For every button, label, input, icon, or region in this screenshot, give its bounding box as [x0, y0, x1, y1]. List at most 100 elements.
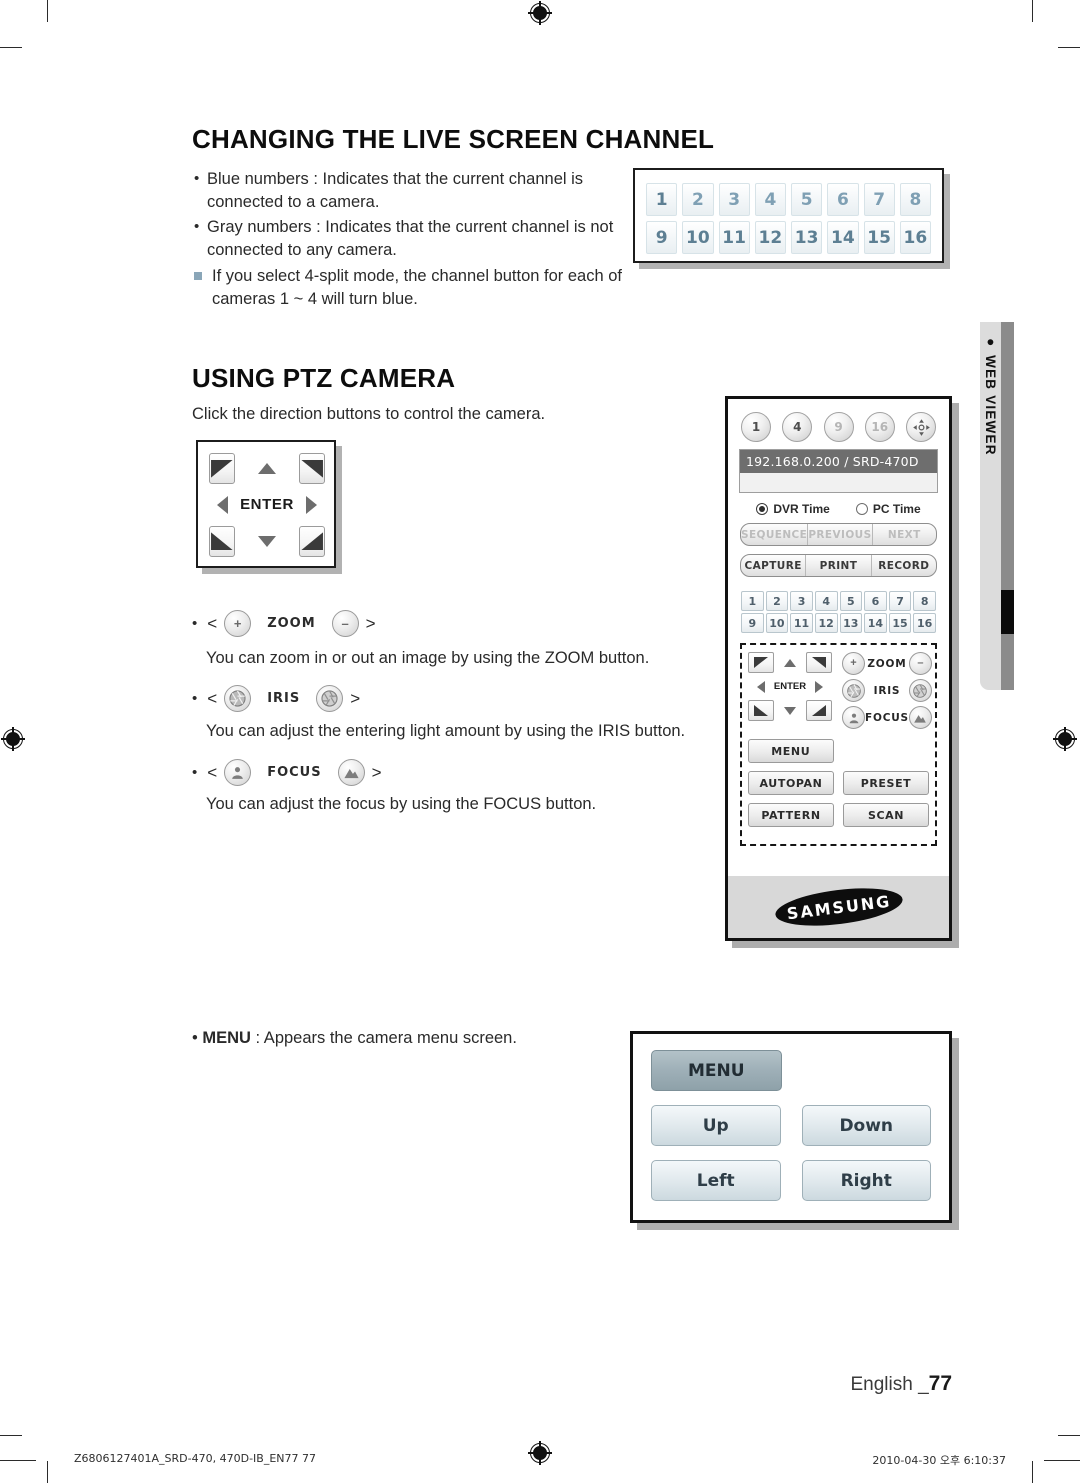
remote-focus-far-icon[interactable] — [908, 706, 932, 729]
direction-button-left[interactable] — [209, 489, 235, 520]
dialog-left-button[interactable]: Left — [651, 1160, 781, 1201]
split-mode-9-button[interactable]: 9 — [823, 412, 854, 442]
channel-grid-screenshot: 1 2 3 4 5 6 7 8 9 10 11 12 13 14 15 16 — [633, 168, 944, 263]
crop-mark-bottom-left-v — [47, 1461, 49, 1483]
channel-button[interactable]: 1 — [646, 183, 678, 216]
pc-time-radio[interactable]: PC Time — [855, 502, 921, 516]
remote-channel-button[interactable]: 10 — [765, 613, 789, 633]
channel-button[interactable]: 6 — [827, 183, 859, 216]
ptz-scan-button[interactable]: SCAN — [843, 803, 929, 827]
enter-button[interactable]: ENTER — [240, 489, 294, 520]
remote-direction-up-right[interactable] — [806, 652, 832, 673]
direction-button-right[interactable] — [299, 489, 325, 520]
capture-button[interactable]: CAPTURE — [741, 555, 807, 576]
iris-open-icon[interactable] — [224, 685, 252, 712]
dialog-right-button[interactable]: Right — [801, 1160, 931, 1201]
channel-button[interactable]: 7 — [863, 183, 895, 216]
iris-close-icon[interactable] — [316, 685, 344, 712]
channel-button[interactable]: 5 — [791, 183, 823, 216]
remote-focus-near-icon[interactable] — [842, 706, 865, 729]
ptz-command-buttons: MENU AUTOPAN PRESET PATTERN SCAN — [748, 739, 929, 827]
section-title-changing-channel: CHANGING THE LIVE SCREEN CHANNEL — [192, 124, 715, 154]
bullet-gray-numbers: Gray numbers : Indicates that the curren… — [192, 215, 624, 262]
channel-button[interactable]: 14 — [827, 221, 859, 254]
remote-direction-down[interactable] — [777, 700, 803, 721]
dialog-menu-button[interactable]: MENU — [651, 1050, 782, 1091]
sequence-button[interactable]: SEQUENCE — [741, 524, 809, 545]
remote-channel-button[interactable]: 2 — [765, 591, 789, 611]
zoom-in-icon[interactable]: + — [224, 610, 252, 637]
remote-direction-up-left[interactable] — [748, 652, 774, 673]
remote-channel-button[interactable]: 11 — [790, 613, 813, 633]
focus-far-icon[interactable] — [337, 759, 365, 786]
next-button[interactable]: NEXT — [873, 524, 936, 545]
channel-button[interactable]: 12 — [754, 221, 786, 254]
remote-channel-button[interactable]: 16 — [913, 613, 936, 633]
iris-label: IRIS — [267, 691, 301, 706]
direction-button-up-left[interactable] — [209, 453, 236, 485]
direction-button-up-right[interactable] — [298, 453, 325, 485]
split-mode-1-button[interactable]: 1 — [741, 412, 771, 442]
remote-channel-button[interactable]: 1 — [741, 591, 764, 611]
focus-near-icon[interactable] — [224, 759, 252, 786]
remote-channel-button[interactable]: 6 — [864, 591, 887, 611]
remote-channel-button[interactable]: 3 — [790, 591, 813, 611]
split-mode-row: 1 4 9 16 — [737, 408, 940, 449]
channel-button[interactable]: 2 — [682, 183, 714, 216]
remote-zoom-in-icon[interactable]: + — [842, 652, 865, 675]
remote-channel-button[interactable]: 13 — [839, 613, 863, 633]
remote-channel-button[interactable]: 14 — [864, 613, 887, 633]
remote-direction-right[interactable] — [806, 676, 832, 697]
remote-iris-open-icon[interactable] — [842, 679, 865, 702]
remote-channel-button[interactable]: 8 — [913, 591, 936, 611]
expand-arrows-icon[interactable] — [906, 412, 936, 442]
remote-channel-row-1: 1 2 3 4 5 6 7 8 — [741, 591, 936, 611]
print-button[interactable]: PRINT — [806, 555, 872, 576]
remote-zoom-out-icon[interactable]: – — [908, 652, 932, 675]
remote-channel-button[interactable]: 15 — [888, 613, 912, 633]
channel-button[interactable]: 10 — [682, 221, 714, 254]
remote-channel-button[interactable]: 12 — [814, 613, 838, 633]
remote-iris-close-icon[interactable] — [908, 679, 932, 702]
zoom-out-icon[interactable]: – — [331, 610, 359, 637]
remote-direction-down-right[interactable] — [806, 700, 832, 721]
record-button[interactable]: RECORD — [872, 555, 936, 576]
channel-button[interactable]: 15 — [863, 221, 895, 254]
remote-channel-button[interactable]: 4 — [814, 591, 838, 611]
channel-button[interactable]: 16 — [899, 221, 931, 254]
device-list[interactable]: 192.168.0.200 / SRD-470D — [739, 449, 938, 493]
side-tab-label-text: WEB VIEWER — [983, 355, 998, 456]
channel-button[interactable]: 9 — [646, 221, 678, 254]
ptz-menu-button[interactable]: MENU — [748, 739, 834, 763]
footer-rule-left — [0, 1460, 36, 1461]
dialog-up-button[interactable]: Up — [651, 1105, 781, 1146]
remote-direction-up[interactable] — [777, 652, 803, 673]
remote-direction-down-left[interactable] — [748, 700, 774, 721]
remote-channel-button[interactable]: 5 — [839, 591, 863, 611]
split-mode-16-button[interactable]: 16 — [864, 412, 895, 442]
remote-channel-button[interactable]: 7 — [888, 591, 912, 611]
channel-button[interactable]: 11 — [718, 221, 750, 254]
angle-open: < — [207, 762, 218, 782]
remote-channel-grid: 1 2 3 4 5 6 7 8 9 10 11 12 13 14 15 16 — [737, 585, 940, 643]
channel-button[interactable]: 13 — [791, 221, 823, 254]
channel-button[interactable]: 3 — [718, 183, 750, 216]
crop-mark-top-right-h — [1058, 47, 1080, 49]
previous-button[interactable]: PREVIOUS — [808, 524, 873, 545]
device-list-selected-item[interactable]: 192.168.0.200 / SRD-470D — [740, 450, 937, 473]
remote-enter-button[interactable]: ENTER — [774, 676, 806, 697]
direction-button-down-right[interactable] — [298, 525, 325, 557]
dialog-down-button[interactable]: Down — [801, 1105, 931, 1146]
ptz-preset-button[interactable]: PRESET — [843, 771, 929, 795]
direction-button-up[interactable] — [240, 453, 294, 484]
remote-direction-left[interactable] — [748, 676, 774, 697]
channel-button[interactable]: 8 — [899, 183, 931, 216]
remote-channel-button[interactable]: 9 — [741, 613, 764, 633]
direction-button-down[interactable] — [240, 526, 294, 557]
split-mode-4-button[interactable]: 4 — [782, 412, 813, 442]
ptz-pattern-button[interactable]: PATTERN — [748, 803, 834, 827]
direction-button-down-left[interactable] — [209, 525, 236, 557]
dvr-time-radio[interactable]: DVR Time — [756, 502, 830, 516]
ptz-autopan-button[interactable]: AUTOPAN — [748, 771, 834, 795]
channel-button[interactable]: 4 — [754, 183, 786, 216]
